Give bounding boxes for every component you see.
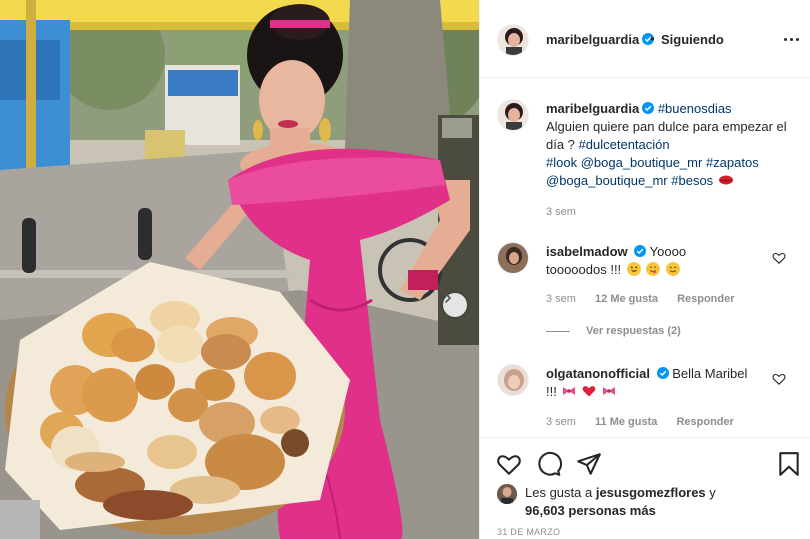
post-image (0, 0, 479, 539)
comment-body-cont: tooooodos !!! (546, 262, 622, 277)
comment-time[interactable]: 3 sem (546, 293, 576, 305)
likes-count[interactable]: 96,603 personas más (525, 503, 656, 518)
commenter-username[interactable]: isabelmadow (546, 244, 628, 259)
red-heart-icon (582, 386, 596, 397)
comment-likes[interactable]: 12 Me gusta (595, 293, 658, 305)
share-icon[interactable] (576, 451, 602, 477)
ribbon-icon (563, 387, 576, 395)
view-replies-button[interactable]: Ver respuestas (2) (546, 325, 681, 337)
next-photo-button[interactable] (443, 293, 467, 317)
reply-button[interactable]: Responder (677, 293, 734, 305)
comment-likes[interactable]: 11 Me gusta (595, 416, 657, 428)
comment-time[interactable]: 3 sem (546, 416, 576, 428)
separator-dot: • (650, 31, 655, 46)
view-replies-label: Ver respuestas (2) (586, 325, 681, 337)
caption-username[interactable]: maribelguardia (546, 101, 639, 116)
caption-meta: 3 sem (546, 206, 576, 218)
hashtag-link[interactable]: #look (546, 155, 577, 170)
hashtag-link[interactable]: #zapatos (706, 155, 759, 170)
comment-text: olgatanonofficial Bella Maribel !!! (546, 365, 791, 401)
hashtag-link[interactable]: #dulcetentación (579, 137, 670, 152)
post-date[interactable]: 31 DE MARZO (497, 527, 560, 537)
like-comment-heart-icon[interactable] (772, 251, 786, 265)
like-comment-heart-icon[interactable] (772, 372, 786, 386)
author-username-link[interactable]: maribelguardia (546, 32, 655, 47)
more-options-icon[interactable] (780, 29, 802, 49)
heart-icon[interactable] (496, 451, 522, 477)
liker-avatar[interactable] (497, 484, 517, 504)
comments-list[interactable]: maribelguardia #buenosdias Alguien quier… (480, 79, 810, 437)
save-icon[interactable] (776, 451, 802, 477)
caption-time[interactable]: 3 sem (546, 206, 576, 218)
kiss-lips-icon (718, 175, 733, 185)
hashtag-link[interactable]: #besos (671, 173, 713, 188)
next-arrow-icon (445, 293, 451, 303)
caption-text: maribelguardia #buenosdias Alguien quier… (546, 100, 791, 190)
reply-button[interactable]: Responder (676, 416, 733, 428)
post-side-panel: maribelguardia • Siguiendo maribelguardi… (479, 0, 810, 539)
post-photo[interactable] (0, 0, 479, 539)
comment-body: Yoooo (649, 244, 687, 259)
likes-conjunction: y (709, 485, 716, 500)
verified-icon (642, 102, 655, 114)
hashtag-link[interactable]: #buenosdias (658, 101, 732, 116)
likes-summary: Les gusta a jesusgomezflores y 96,603 pe… (525, 484, 795, 520)
verified-icon (656, 367, 669, 379)
following-button[interactable]: Siguiendo (661, 32, 724, 47)
author-username[interactable]: maribelguardia (546, 32, 639, 47)
ribbon-icon (602, 387, 615, 395)
smiling-face-icon (666, 262, 681, 276)
commenter-avatar[interactable] (497, 364, 529, 396)
liker-username[interactable]: jesusgomezflores (596, 485, 706, 500)
replies-divider (546, 330, 570, 332)
commenter-avatar[interactable] (497, 242, 529, 274)
comment-body-cont: !!! (546, 384, 557, 399)
caption-avatar[interactable] (497, 99, 529, 131)
verified-icon (634, 245, 647, 257)
comment-meta: 3 sem 12 Me gusta Responder (546, 293, 735, 305)
grinning-face-icon (626, 262, 641, 276)
mention-link[interactable]: @boga_boutique_mr (581, 155, 703, 170)
comment-meta: 3 sem 11 Me gusta Responder (546, 416, 734, 428)
commenter-username[interactable]: olgatanonofficial (546, 366, 650, 381)
mention-link[interactable]: @boga_boutique_mr (546, 173, 668, 188)
yum-face-icon (646, 262, 661, 276)
author-avatar[interactable] (497, 24, 529, 56)
comment-body: Bella Maribel (672, 366, 748, 381)
comment-text: isabelmadow Yoooo tooooodos !!! (546, 243, 791, 279)
post-header: maribelguardia • Siguiendo (480, 0, 810, 78)
comment-icon[interactable] (536, 451, 562, 477)
likes-prefix: Les gusta a (525, 485, 593, 500)
